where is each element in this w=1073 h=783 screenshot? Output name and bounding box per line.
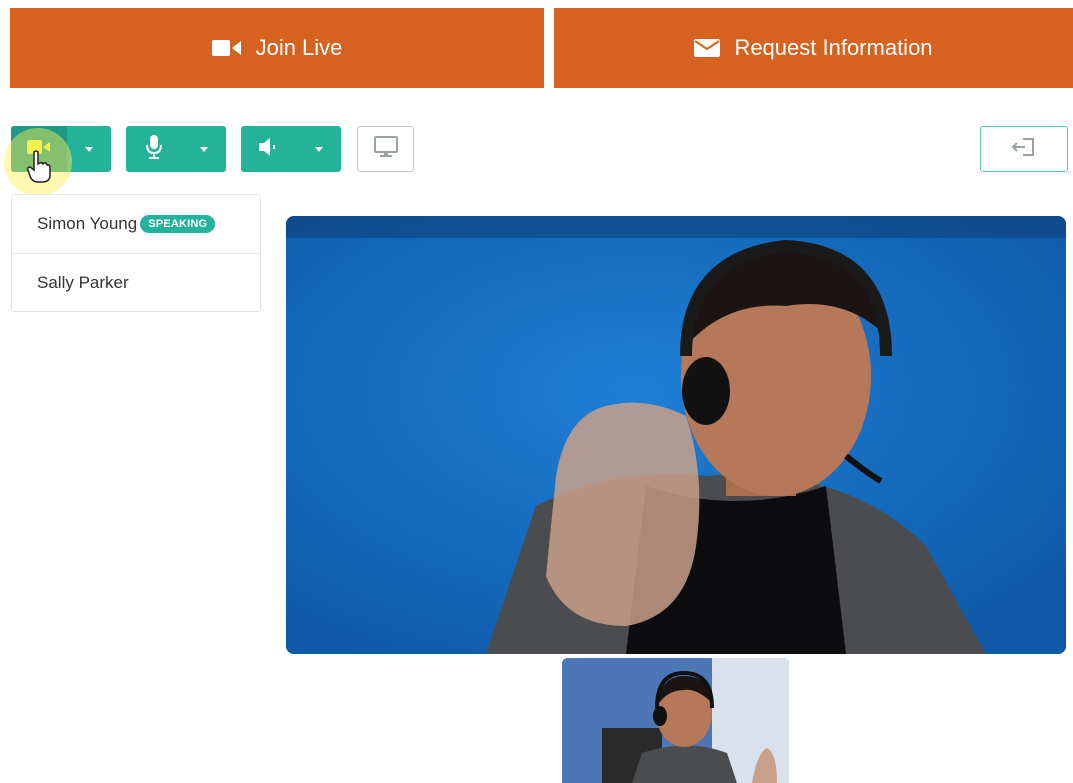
video-camera-icon <box>211 39 242 57</box>
microphone-options-dropdown[interactable] <box>182 126 226 172</box>
chevron-down-icon <box>200 146 208 152</box>
speaking-badge: SPEAKING <box>140 215 216 233</box>
speaker-icon <box>259 137 279 162</box>
exit-icon <box>1011 137 1037 162</box>
camera-options-dropdown[interactable] <box>67 126 111 172</box>
chevron-down-icon <box>315 146 323 152</box>
screen-share-button[interactable] <box>357 126 414 172</box>
request-information-button[interactable]: Request Information <box>554 8 1073 88</box>
request-information-label: Request Information <box>734 35 933 60</box>
envelope-icon <box>694 39 721 57</box>
main-video-feed <box>286 216 1066 654</box>
participant-name: Sally Parker <box>37 272 129 292</box>
camera-icon <box>27 139 51 160</box>
leave-session-button[interactable] <box>980 126 1068 172</box>
self-view-video <box>562 658 789 783</box>
camera-control-group <box>11 126 111 172</box>
participants-list: Simon Young SPEAKING Sally Parker <box>11 194 261 312</box>
monitor-icon <box>373 135 398 163</box>
microphone-icon <box>145 134 163 164</box>
join-live-label: Join Live <box>255 35 343 60</box>
camera-toggle-button[interactable] <box>11 126 67 172</box>
participant-item[interactable]: Simon Young SPEAKING <box>12 195 260 253</box>
microphone-toggle-button[interactable] <box>126 126 182 172</box>
speaker-control-group <box>241 126 341 172</box>
participant-name: Simon Young <box>37 214 138 233</box>
speaker-options-dropdown[interactable] <box>297 126 341 172</box>
microphone-control-group <box>126 126 226 172</box>
participant-item[interactable]: Sally Parker <box>12 253 260 311</box>
chevron-down-icon <box>85 146 93 152</box>
join-live-button[interactable]: Join Live <box>10 8 544 88</box>
speaker-toggle-button[interactable] <box>241 126 297 172</box>
